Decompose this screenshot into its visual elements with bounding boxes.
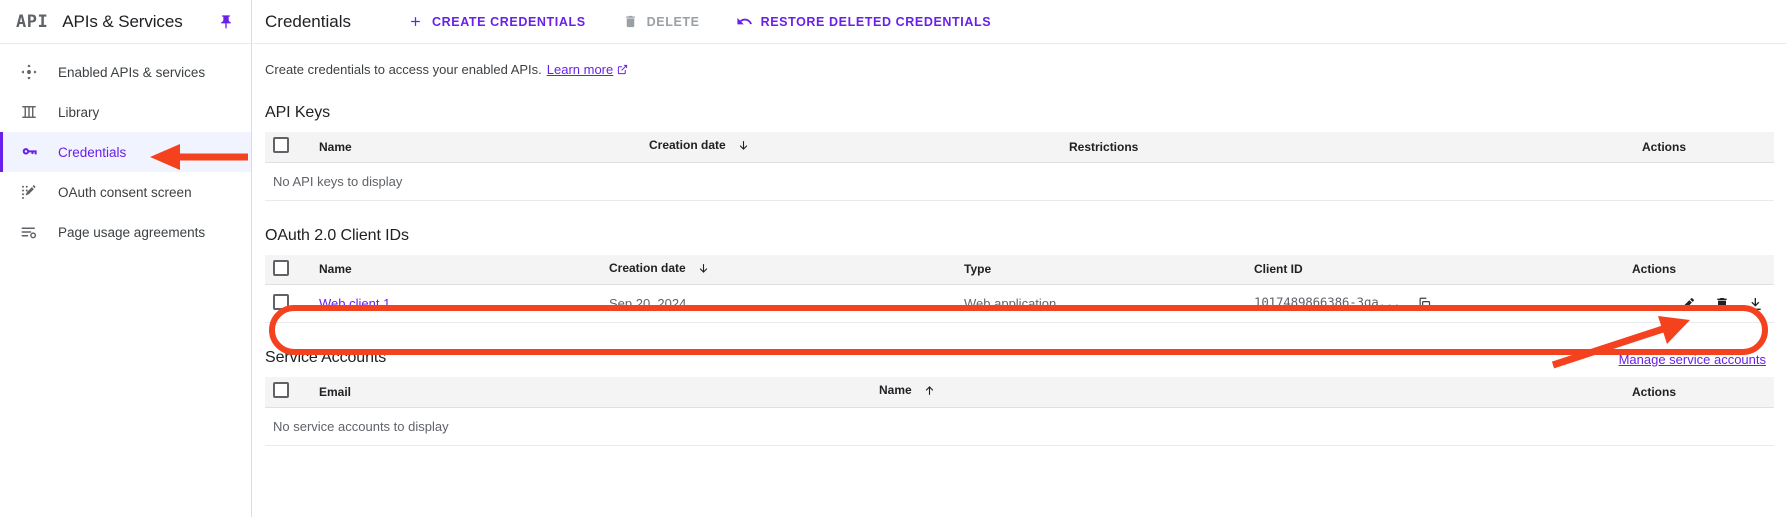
table-empty-row: No API keys to display — [265, 162, 1774, 201]
sidebar: API APIs & Services Enabled APIs & servi… — [0, 0, 252, 517]
column-header-name[interactable]: Name — [311, 132, 641, 163]
column-header-creation-date[interactable]: Creation date — [601, 254, 956, 285]
row-checkbox[interactable] — [273, 294, 289, 310]
service-accounts-empty-message: No service accounts to display — [265, 407, 1774, 446]
learn-more-link[interactable]: Learn more — [547, 62, 628, 78]
service-accounts-section: Service Accounts Manage service accounts… — [253, 349, 1786, 446]
restore-deleted-credentials-button[interactable]: RESTORE DELETED CREDENTIALS — [726, 6, 1002, 38]
learn-more-label: Learn more — [546, 62, 614, 77]
sidebar-item-enabled-apis[interactable]: Enabled APIs & services — [0, 52, 251, 92]
service-accounts-header: Service Accounts Manage service accounts — [265, 349, 1774, 367]
description-text: Create credentials to access your enable… — [265, 62, 542, 77]
delete-button[interactable]: DELETE — [612, 6, 710, 38]
service-accounts-title: Service Accounts — [265, 349, 387, 366]
table-empty-row: No service accounts to display — [265, 407, 1774, 446]
sidebar-nav: Enabled APIs & services Library Credenti… — [0, 44, 251, 252]
undo-icon — [736, 13, 753, 30]
client-actions-cell — [1624, 284, 1774, 323]
service-accounts-table: Email Name Actions No service accounts t… — [265, 377, 1774, 446]
restore-label: RESTORE DELETED CREDENTIALS — [760, 14, 992, 29]
table-row[interactable]: Web client 1 Sep 20, 2024 Web applicatio… — [265, 284, 1774, 323]
table-header-row: Name Creation date Type Client ID Action… — [265, 254, 1774, 285]
column-header-creation-date-label: Creation date — [649, 138, 726, 153]
row-action-icons — [1632, 294, 1766, 314]
column-header-creation-date-label: Creation date — [609, 260, 686, 275]
api-keys-empty-message: No API keys to display — [265, 162, 1774, 201]
column-header-email[interactable]: Email — [311, 377, 871, 408]
create-credentials-label: CREATE CREDENTIALS — [432, 14, 586, 29]
client-creation-date-cell: Sep 20, 2024 — [601, 284, 956, 323]
table-header-row: Name Creation date Restrictions Actions — [265, 132, 1774, 163]
select-all-header — [265, 254, 311, 285]
client-id-cell: 1017489866386-3qa... — [1246, 284, 1624, 323]
api-keys-table: Name Creation date Restrictions Actions — [265, 132, 1774, 201]
external-link-icon — [617, 63, 628, 78]
oauth-consent-icon — [18, 181, 40, 203]
column-header-client-id[interactable]: Client ID — [1246, 254, 1624, 285]
library-icon — [18, 101, 40, 123]
client-id-value: 1017489866386-3qa... — [1254, 294, 1401, 309]
column-header-name[interactable]: Name — [311, 254, 601, 285]
page-title: Credentials — [265, 11, 351, 31]
sidebar-item-label: Credentials — [58, 144, 127, 160]
select-all-checkbox[interactable] — [273, 137, 289, 154]
download-icon[interactable] — [1746, 294, 1766, 314]
sort-descending-icon — [737, 139, 750, 155]
column-header-name[interactable]: Name — [871, 377, 1624, 408]
page-toolbar: Credentials CREATE CREDENTIALS DELETE RE… — [253, 0, 1786, 44]
credentials-page: API APIs & Services Enabled APIs & servi… — [0, 0, 1786, 517]
pin-icon[interactable] — [215, 11, 237, 33]
trash-icon — [622, 13, 639, 30]
api-logo: API — [16, 11, 49, 32]
sidebar-item-library[interactable]: Library — [0, 92, 251, 132]
column-header-actions: Actions — [1634, 132, 1774, 163]
sidebar-title: APIs & Services — [62, 11, 183, 31]
copy-icon[interactable] — [1414, 294, 1434, 314]
oauth-clients-section: OAuth 2.0 Client IDs Name Creation date — [253, 226, 1786, 323]
column-header-restrictions[interactable]: Restrictions — [1061, 132, 1634, 163]
key-icon — [18, 141, 40, 163]
sort-descending-icon — [697, 262, 710, 278]
sort-ascending-icon — [923, 384, 936, 400]
select-all-header — [265, 132, 311, 163]
api-keys-section: API Keys Name Creation date Restrictions… — [253, 104, 1786, 201]
enabled-apis-icon — [18, 61, 40, 83]
column-header-actions: Actions — [1624, 254, 1774, 285]
column-header-name-label: Name — [879, 383, 912, 398]
select-all-header — [265, 377, 311, 408]
client-type-cell: Web application — [956, 284, 1246, 323]
page-description: Create credentials to access your enable… — [253, 44, 1786, 78]
trash-icon[interactable] — [1712, 294, 1732, 314]
sidebar-item-page-usage-agreements[interactable]: Page usage agreements — [0, 212, 251, 252]
table-header-row: Email Name Actions — [265, 377, 1774, 408]
oauth-clients-title: OAuth 2.0 Client IDs — [265, 226, 409, 244]
row-select-cell — [265, 284, 311, 323]
delete-label: DELETE — [646, 14, 700, 29]
client-name-cell: Web client 1 — [311, 284, 601, 323]
sidebar-header: API APIs & Services — [0, 0, 251, 44]
sidebar-item-credentials[interactable]: Credentials — [0, 132, 251, 172]
sidebar-item-label: Page usage agreements — [58, 224, 206, 240]
sidebar-item-oauth-consent-screen[interactable]: OAuth consent screen — [0, 172, 251, 212]
select-all-checkbox[interactable] — [273, 382, 289, 399]
create-credentials-button[interactable]: CREATE CREDENTIALS — [397, 6, 596, 38]
column-header-creation-date[interactable]: Creation date — [641, 132, 1061, 163]
client-name-link[interactable]: Web client 1 — [319, 296, 390, 311]
api-keys-title: API Keys — [265, 104, 331, 121]
plus-icon — [407, 13, 424, 30]
edit-icon[interactable] — [1678, 294, 1698, 314]
main-content: Credentials CREATE CREDENTIALS DELETE RE… — [253, 0, 1786, 517]
manage-service-accounts-link[interactable]: Manage service accounts — [1619, 352, 1774, 367]
sidebar-item-label: Enabled APIs & services — [58, 64, 206, 80]
oauth-clients-table: Name Creation date Type Client ID Action… — [265, 254, 1774, 323]
select-all-checkbox[interactable] — [273, 259, 289, 276]
column-header-actions: Actions — [1624, 377, 1774, 408]
page-usage-icon — [18, 221, 40, 243]
sidebar-item-label: OAuth consent screen — [58, 184, 192, 200]
column-header-type[interactable]: Type — [956, 254, 1246, 285]
sidebar-item-label: Library — [58, 104, 100, 120]
